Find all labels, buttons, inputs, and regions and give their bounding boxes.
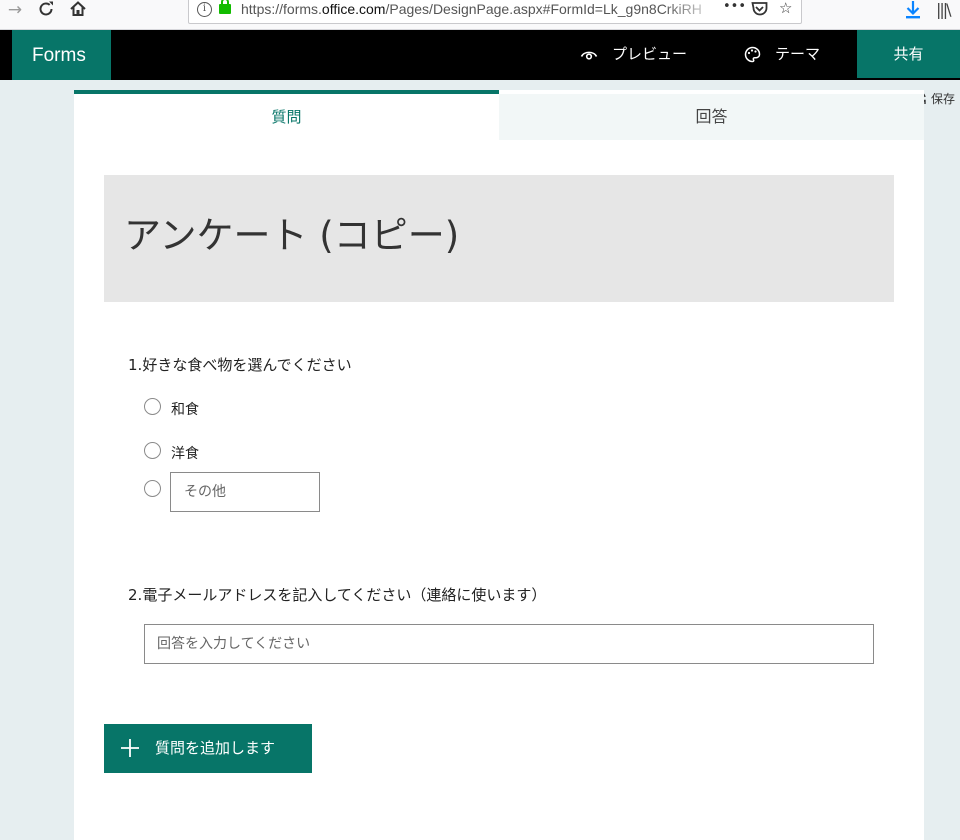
question-1-number: 1. <box>128 356 143 374</box>
download-icon[interactable] <box>904 0 922 22</box>
form-card: 質問 回答 アンケート (コピー) 1.好きな食べ物を選んでください 和食 洋食… <box>74 90 924 840</box>
question-2-title[interactable]: 2.電子メールアドレスを記入してください（連絡に使います） <box>128 584 546 605</box>
pocket-icon[interactable] <box>751 1 768 21</box>
radio-button[interactable] <box>144 398 161 415</box>
url-text: https://forms.office.com/Pages/DesignPag… <box>241 1 721 17</box>
option-label: 和食 <box>171 402 199 418</box>
theme-button[interactable]: テーマ <box>744 30 820 80</box>
question-2-text: 電子メールアドレスを記入してください（連絡に使います） <box>142 586 547 604</box>
url-path: /Pages/DesignPage.aspx#FormId=Lk_g9n8Crk… <box>385 1 702 17</box>
tab-responses[interactable]: 回答 <box>499 94 924 140</box>
forward-icon[interactable]: → <box>4 0 26 22</box>
more-icon[interactable]: ••• <box>723 0 746 14</box>
radio-button[interactable] <box>144 480 161 497</box>
forms-brand[interactable]: Forms <box>12 30 111 80</box>
palette-icon <box>744 46 761 63</box>
option-label: 洋食 <box>171 446 199 462</box>
eye-icon <box>580 51 598 60</box>
theme-label: テーマ <box>775 45 821 63</box>
url-prefix: https://forms. <box>241 1 322 17</box>
share-button[interactable]: 共有 <box>857 30 960 78</box>
preview-label: プレビュー <box>612 45 688 63</box>
question-2-number: 2. <box>128 586 143 604</box>
info-icon[interactable]: i <box>197 2 212 17</box>
bookmark-star-icon[interactable]: ☆ <box>779 0 792 17</box>
form-title-area[interactable]: アンケート (コピー) <box>104 175 894 302</box>
saved-label: 保存 <box>931 92 956 106</box>
library-icon[interactable]: |||\ <box>936 0 952 19</box>
email-answer-input[interactable]: 回答を入力してください <box>144 624 874 664</box>
question-1-text: 好きな食べ物を選んでください <box>142 356 352 374</box>
preview-button[interactable]: プレビュー <box>580 30 687 80</box>
url-domain: office.com <box>321 1 386 17</box>
question-1-title[interactable]: 1.好きな食べ物を選んでください <box>128 354 352 375</box>
add-question-button[interactable]: 質問を追加します <box>104 724 312 773</box>
plus-icon <box>121 739 139 757</box>
radio-button[interactable] <box>144 442 161 459</box>
home-icon[interactable] <box>67 0 89 22</box>
tab-questions[interactable]: 質問 <box>74 90 499 140</box>
address-bar[interactable]: i https://forms.office.com/Pages/DesignP… <box>188 0 802 24</box>
browser-toolbar: → i https://forms.office.com/Pages/Desig… <box>0 0 960 30</box>
other-text-input[interactable]: その他 <box>170 472 320 512</box>
reload-icon[interactable] <box>35 0 57 22</box>
form-title[interactable]: アンケート (コピー) <box>124 205 459 259</box>
forms-header: Forms プレビュー テーマ 共有 <box>0 30 960 80</box>
add-question-label: 質問を追加します <box>155 739 276 757</box>
lock-icon <box>219 0 231 14</box>
